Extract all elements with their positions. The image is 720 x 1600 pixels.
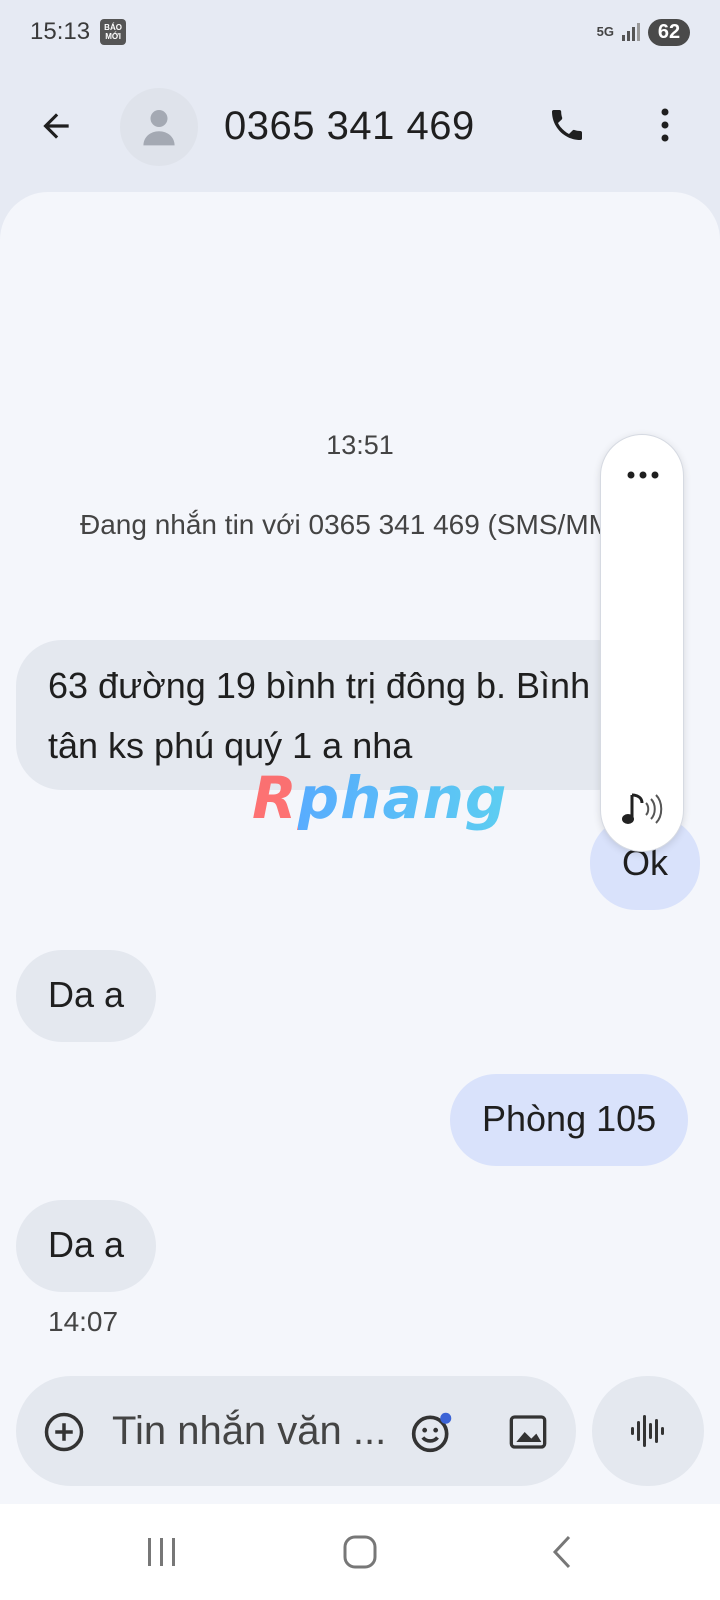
watermark: Rphang (252, 764, 508, 832)
network-type: 5G (596, 24, 614, 39)
status-bar: 15:13 BÁO MỚI 5G 62 (0, 0, 720, 64)
conversation-info: Đang nhắn tin với 0365 341 469 (SMS/MMS) (80, 509, 640, 540)
battery-indicator: 62 (648, 18, 690, 46)
contact-name[interactable]: 0365 341 469 (224, 104, 475, 149)
conversation-header: 0365 341 469 (0, 80, 720, 180)
waveform-icon (631, 1415, 664, 1447)
avatar[interactable] (120, 88, 198, 166)
gallery-button[interactable] (504, 1408, 552, 1456)
music-sound-icon (622, 793, 663, 824)
emoji-button[interactable] (408, 1408, 456, 1456)
home-button[interactable] (338, 1530, 382, 1574)
status-indicators: 5G 62 (596, 18, 690, 46)
person-icon (143, 110, 175, 146)
emoji-icon (411, 1412, 452, 1453)
toolbar-more-button[interactable] (613, 455, 673, 495)
attach-button[interactable] (42, 1410, 86, 1454)
more-vertical-icon (661, 108, 669, 142)
message-input[interactable] (112, 1406, 402, 1456)
incoming-message[interactable]: Da a (16, 950, 157, 1042)
add-circle-icon (44, 1412, 84, 1452)
message-composer (16, 1376, 576, 1486)
chevron-left-icon (552, 1535, 571, 1569)
recents-icon (148, 1538, 175, 1566)
last-message-time: 14:07 (48, 1306, 119, 1337)
nav-back-button[interactable] (540, 1530, 584, 1574)
floating-toolbar (600, 434, 684, 852)
news-app-icon: BÁO MỚI (100, 19, 127, 45)
toolbar-sound-button[interactable] (613, 785, 673, 835)
home-icon (343, 1535, 377, 1569)
recents-button[interactable] (140, 1530, 184, 1574)
arrow-left-icon (43, 113, 69, 139)
more-horizontal-icon (627, 471, 659, 479)
voice-message-button[interactable] (592, 1376, 704, 1486)
image-icon (509, 1415, 547, 1449)
phone-icon (552, 110, 582, 140)
call-button[interactable] (542, 100, 592, 150)
system-nav-bar (0, 1504, 720, 1600)
signal-icon (622, 23, 640, 41)
incoming-message[interactable]: Da a (16, 1200, 157, 1292)
more-options-button[interactable] (640, 100, 690, 150)
conversation-area[interactable]: 13:51 Đang nhắn tin với 0365 341 469 (SM… (0, 192, 720, 1504)
back-button[interactable] (32, 102, 80, 150)
status-time: 15:13 (30, 18, 91, 45)
outgoing-message[interactable]: Phòng 105 (450, 1074, 689, 1166)
